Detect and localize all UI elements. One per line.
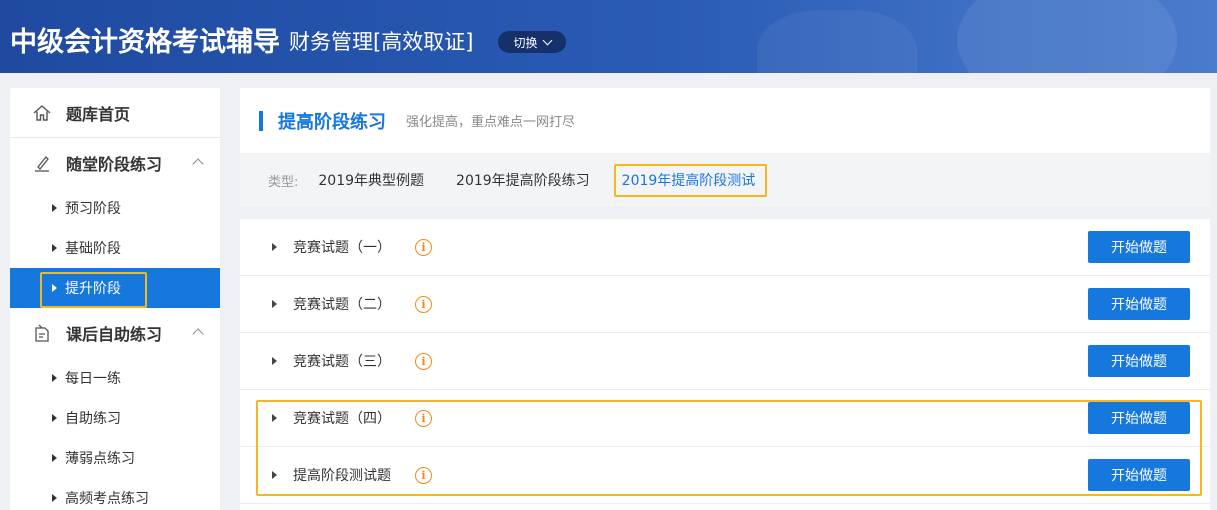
main-header-panel: 提高阶段练习 强化提高，重点难点一网打尽 类型: 2019年典型例题 2019年… bbox=[240, 88, 1210, 207]
sidebar-item-label: 薄弱点练习 bbox=[65, 451, 135, 467]
info-icon[interactable]: i bbox=[415, 466, 432, 484]
notebook-icon bbox=[35, 324, 49, 342]
sidebar-section-title: 课后自助练习 bbox=[66, 325, 163, 344]
type-filter-row: 类型: 2019年典型例题 2019年提高阶段练习 2019年提高阶段测试 bbox=[240, 153, 1210, 207]
info-icon[interactable]: i bbox=[415, 295, 432, 313]
sidebar-item-basic[interactable]: 基础阶段 bbox=[10, 228, 220, 268]
sidebar-item-preview[interactable]: 预习阶段 bbox=[10, 188, 220, 228]
exercise-name: 竞赛试题（二） bbox=[293, 297, 391, 313]
sidebar-section-title: 随堂阶段练习 bbox=[66, 155, 163, 174]
type-label: 类型: bbox=[268, 174, 299, 190]
caret-right-icon bbox=[272, 300, 277, 308]
sidebar-item-label: 自助练习 bbox=[65, 411, 121, 427]
caret-right-icon bbox=[52, 284, 57, 292]
caret-right-icon bbox=[52, 414, 57, 422]
start-button[interactable]: 开始做题 bbox=[1088, 459, 1190, 491]
chevron-down-icon bbox=[542, 35, 552, 45]
top-header: 中级会计资格考试辅导 财务管理[高效取证] 切换 bbox=[0, 0, 1217, 73]
sidebar-item-weak-points[interactable]: 薄弱点练习 bbox=[10, 438, 220, 478]
title-row: 提高阶段练习 强化提高，重点难点一网打尽 bbox=[240, 88, 1210, 153]
caret-right-icon bbox=[52, 374, 57, 382]
sidebar-item-daily[interactable]: 每日一练 bbox=[10, 358, 220, 398]
chevron-up-icon bbox=[192, 158, 204, 170]
sidebar-item-label: 每日一练 bbox=[65, 371, 121, 387]
caret-right-icon bbox=[52, 204, 57, 212]
exercise-name: 竞赛试题（三） bbox=[293, 354, 391, 370]
chevron-up-icon bbox=[192, 328, 204, 340]
type-option-active[interactable]: 2019年提高阶段测试 bbox=[622, 170, 756, 190]
sidebar-item-home[interactable]: 题库首页 bbox=[10, 88, 220, 138]
sidebar-item-label: 题库首页 bbox=[66, 104, 131, 124]
info-icon[interactable]: i bbox=[415, 352, 432, 370]
caret-right-icon bbox=[52, 454, 57, 462]
switch-button[interactable]: 切换 bbox=[498, 31, 566, 53]
caret-right-icon bbox=[52, 494, 57, 502]
type-option[interactable]: 2019年典型例题 bbox=[318, 170, 424, 190]
page-title: 提高阶段练习 bbox=[278, 111, 386, 133]
list-item[interactable]: 竞赛试题（四） i 开始做题 bbox=[240, 390, 1210, 447]
exercise-name: 竞赛试题（四） bbox=[293, 411, 391, 427]
caret-right-icon bbox=[52, 244, 57, 252]
list-item[interactable]: 提高阶段测试题 i 开始做题 bbox=[240, 447, 1210, 504]
sidebar: 题库首页 随堂阶段练习 预习阶段 基础阶段 提升阶段 课后自助练习 每日一练 自… bbox=[10, 88, 220, 510]
exercise-name: 提高阶段测试题 bbox=[293, 468, 391, 484]
edit-icon bbox=[35, 156, 49, 172]
subject-title: 财务管理[高效取证] bbox=[289, 30, 474, 54]
sidebar-item-label: 提升阶段 bbox=[65, 281, 121, 297]
sidebar-item-advance[interactable]: 提升阶段 bbox=[10, 268, 220, 308]
header-decoration bbox=[757, 10, 917, 73]
header-decoration bbox=[957, 0, 1177, 73]
page-subtitle: 强化提高，重点难点一网打尽 bbox=[406, 115, 576, 130]
info-icon[interactable]: i bbox=[415, 409, 432, 427]
sidebar-item-high-frequency[interactable]: 高频考点练习 bbox=[10, 478, 220, 510]
caret-right-icon bbox=[272, 243, 277, 251]
exercise-list: 竞赛试题（一） i 开始做题 竞赛试题（二） i 开始做题 竞赛试题（三） i … bbox=[240, 219, 1210, 510]
home-icon bbox=[33, 104, 51, 121]
brand-title: 中级会计资格考试辅导 bbox=[10, 27, 280, 58]
sidebar-item-label: 预习阶段 bbox=[65, 201, 121, 217]
list-item[interactable]: 竞赛试题（一） i 开始做题 bbox=[240, 219, 1210, 276]
caret-right-icon bbox=[272, 414, 277, 422]
start-button[interactable]: 开始做题 bbox=[1088, 345, 1190, 377]
list-item[interactable]: 竞赛试题（三） i 开始做题 bbox=[240, 333, 1210, 390]
sidebar-item-label: 基础阶段 bbox=[65, 241, 121, 257]
sidebar-section-class-practice[interactable]: 随堂阶段练习 bbox=[10, 138, 220, 188]
switch-label: 切换 bbox=[513, 35, 538, 50]
sidebar-item-label: 高频考点练习 bbox=[65, 491, 149, 507]
sidebar-section-self-practice[interactable]: 课后自助练习 bbox=[10, 308, 220, 358]
type-option[interactable]: 2019年提高阶段练习 bbox=[456, 170, 590, 190]
start-button[interactable]: 开始做题 bbox=[1088, 402, 1190, 434]
exercise-name: 竞赛试题（一） bbox=[293, 240, 391, 256]
start-button[interactable]: 开始做题 bbox=[1088, 288, 1190, 320]
info-icon[interactable]: i bbox=[415, 238, 432, 256]
sidebar-item-self-help[interactable]: 自助练习 bbox=[10, 398, 220, 438]
caret-right-icon bbox=[272, 357, 277, 365]
start-button[interactable]: 开始做题 bbox=[1088, 231, 1190, 263]
caret-right-icon bbox=[272, 471, 277, 479]
list-item[interactable]: 竞赛试题（二） i 开始做题 bbox=[240, 276, 1210, 333]
title-accent-bar bbox=[259, 110, 263, 131]
